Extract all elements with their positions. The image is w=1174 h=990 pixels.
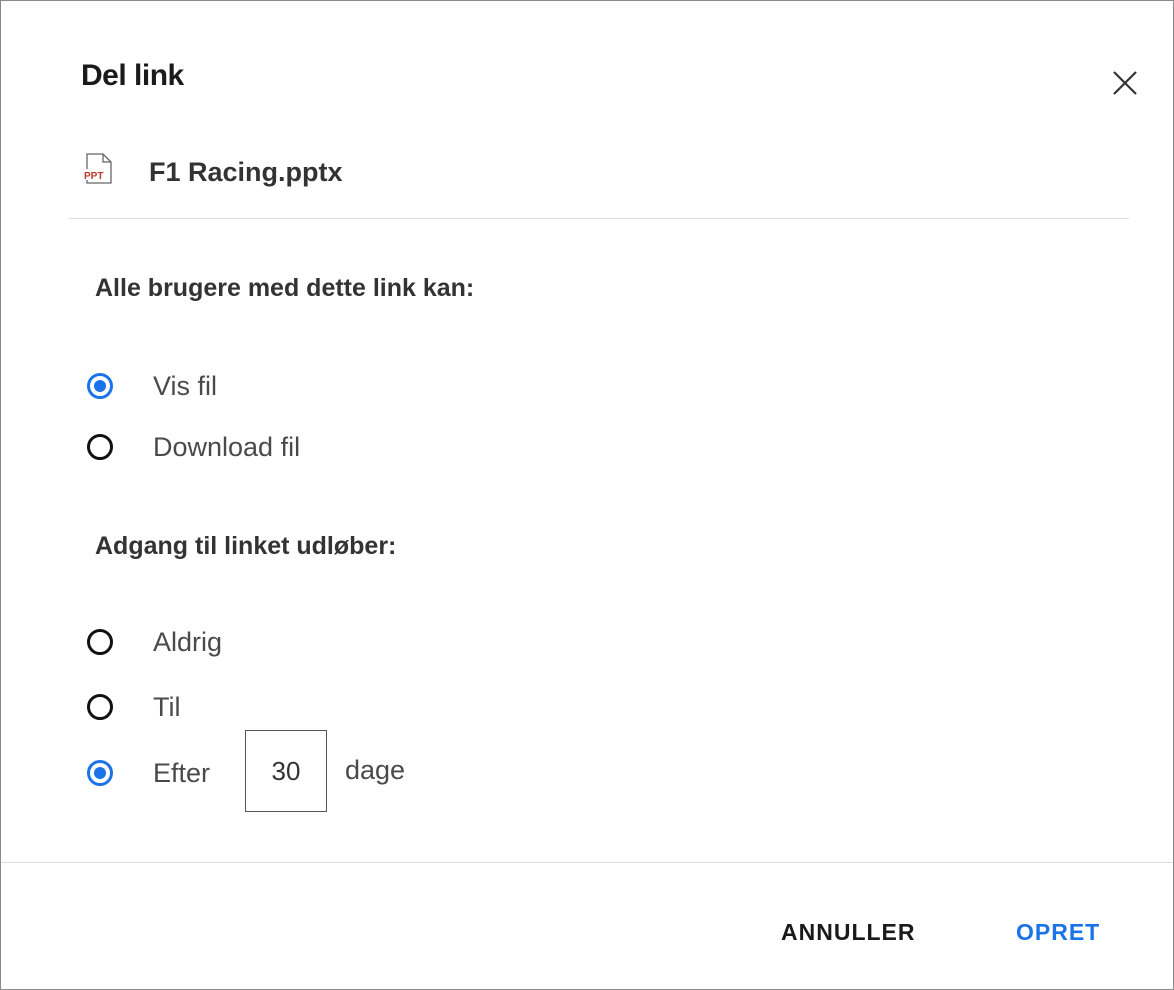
radio-checked-icon: [87, 760, 113, 786]
divider: [69, 218, 1129, 219]
close-button[interactable]: [1105, 63, 1145, 103]
radio-unchecked-icon: [87, 629, 113, 655]
radio-download-file[interactable]: Download fil: [87, 427, 300, 467]
radio-label: Efter: [153, 757, 211, 788]
cancel-button[interactable]: ANNULLER: [781, 919, 916, 946]
radio-expiry-after[interactable]: Efter: [87, 753, 210, 793]
create-button[interactable]: OPRET: [1016, 919, 1100, 946]
ppt-file-icon: PPT: [83, 153, 113, 189]
share-link-dialog: Del link PPT F1 Racing.pptx Alle brugere…: [0, 0, 1174, 990]
dialog-title: Del link: [81, 59, 184, 92]
radio-unchecked-icon: [87, 694, 113, 720]
radio-checked-icon: [87, 373, 113, 399]
days-input[interactable]: [245, 730, 327, 812]
days-suffix: dage: [345, 755, 406, 785]
footer-divider: [1, 862, 1173, 863]
svg-text:PPT: PPT: [84, 171, 103, 182]
radio-label: Download fil: [153, 431, 301, 462]
expiry-heading: Adgang til linket udløber:: [95, 532, 397, 560]
radio-label: Vis fil: [153, 370, 218, 401]
radio-expiry-until[interactable]: Til: [87, 687, 181, 727]
close-icon: [1113, 71, 1137, 95]
radio-expiry-never[interactable]: Aldrig: [87, 622, 222, 662]
radio-view-file[interactable]: Vis fil: [87, 366, 217, 406]
permissions-heading: Alle brugere med dette link kan:: [95, 274, 475, 302]
radio-label: Til: [153, 691, 181, 722]
file-name: F1 Racing.pptx: [149, 157, 343, 187]
radio-label: Aldrig: [153, 626, 223, 657]
radio-unchecked-icon: [87, 434, 113, 460]
